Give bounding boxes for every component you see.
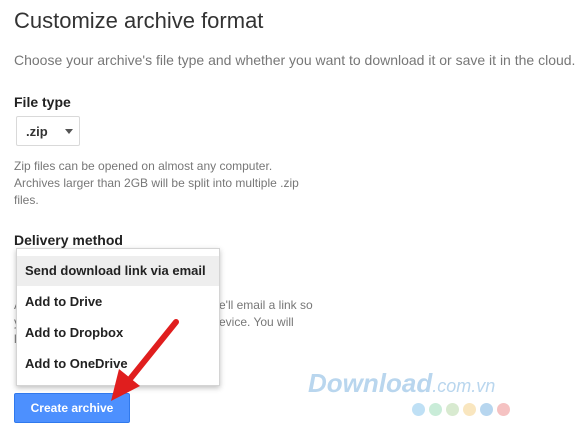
file-type-label: File type (14, 94, 71, 110)
watermark-dot (446, 403, 459, 416)
delivery-method-dropdown: Send download link via email Add to Driv… (16, 248, 220, 386)
menu-item-send-email-link[interactable]: Send download link via email (17, 256, 219, 286)
menu-item-add-to-drive[interactable]: Add to Drive (17, 287, 219, 317)
watermark-logo: Download.com.vn (308, 368, 495, 399)
delivery-method-label: Delivery method (14, 232, 123, 248)
chevron-down-icon (65, 129, 73, 134)
menu-item-add-to-onedrive[interactable]: Add to OneDrive (17, 349, 219, 379)
delivery-help-fragment: evice. You will (219, 315, 294, 329)
watermark-dots (412, 403, 514, 421)
watermark-dot (497, 403, 510, 416)
archive-format-page: Customize archive format Choose your arc… (0, 0, 578, 437)
watermark-suffix: .com.vn (432, 376, 496, 396)
page-title: Customize archive format (14, 8, 264, 33)
create-archive-button[interactable]: Create archive (14, 393, 130, 423)
file-type-select[interactable]: .zip (16, 116, 80, 146)
page-subtitle: Choose your archive's file type and whet… (14, 52, 576, 68)
watermark-dot (463, 403, 476, 416)
watermark-dot (412, 403, 425, 416)
delivery-help-fragment: e'll email a link so (219, 298, 313, 312)
watermark-dot (480, 403, 493, 416)
file-type-help-text: Zip files can be opened on almost any co… (14, 159, 299, 207)
watermark-dot (429, 403, 442, 416)
watermark-brand: Download (308, 368, 433, 398)
file-type-selected-value: .zip (26, 124, 48, 139)
menu-item-add-to-dropbox[interactable]: Add to Dropbox (17, 318, 219, 348)
